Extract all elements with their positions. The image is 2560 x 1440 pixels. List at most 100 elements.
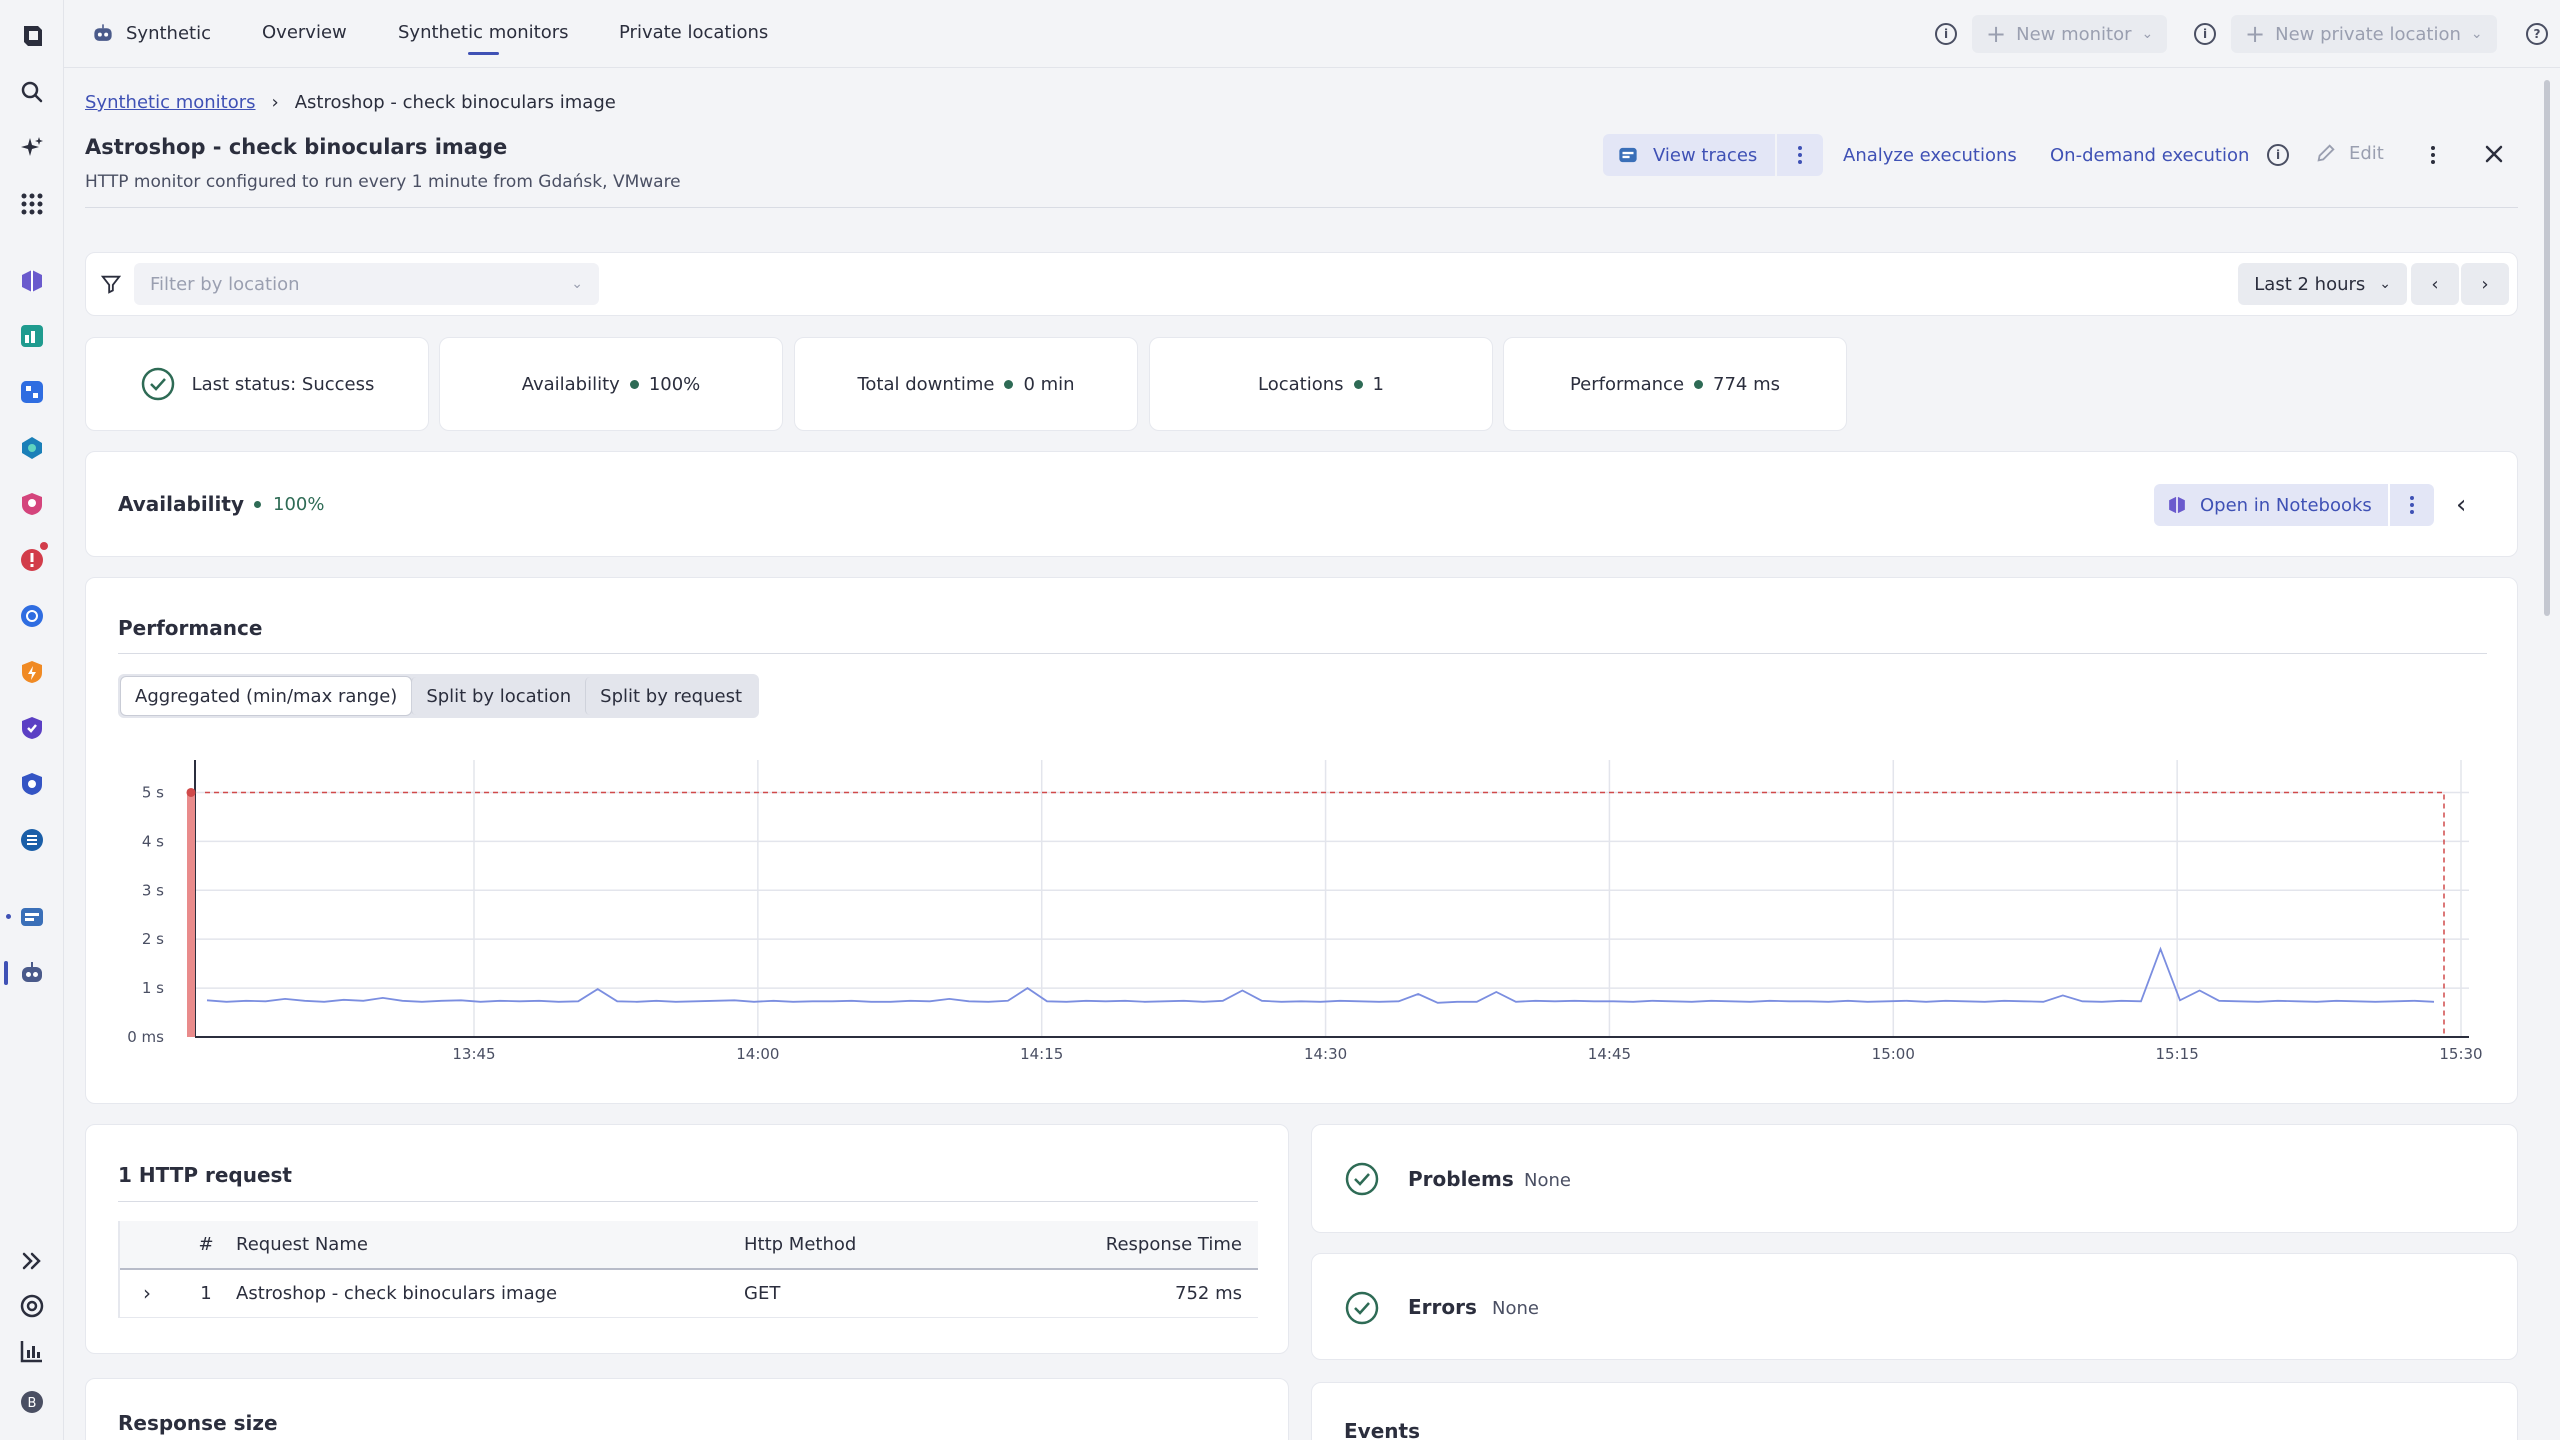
timeframe-prev-button[interactable]: ‹ [2411, 263, 2459, 305]
help-lifebuoy-icon[interactable] [16, 1290, 48, 1322]
chevron-down-icon: ⌄ [571, 276, 583, 292]
col-number[interactable]: # [176, 1221, 236, 1270]
app-title[interactable]: Synthetic [92, 22, 211, 44]
workflows-app-icon[interactable] [16, 376, 48, 408]
location-filter-input[interactable]: Filter by location ⌄ [134, 263, 599, 305]
new-private-location-button[interactable]: + New private location ⌄ [2231, 15, 2497, 53]
http-request-card: 1 HTTP request # Request Name Http Metho… [85, 1124, 1289, 1354]
problems-card[interactable]: Problems None [1311, 1124, 2518, 1233]
on-demand-info-icon[interactable]: i [2267, 144, 2289, 166]
x-tick-label: 15:00 [1872, 1045, 1915, 1063]
svg-text:B: B [28, 1396, 37, 1411]
breadcrumb-synthetic-monitors[interactable]: Synthetic monitors [85, 92, 256, 113]
new-monitor-wrap: + New monitor ⌄ [1972, 15, 2168, 53]
view-traces-button[interactable]: View traces [1603, 134, 1776, 176]
kubernetes-app-icon[interactable] [16, 600, 48, 632]
performance-card: Performance Aggregated (min/max range) S… [85, 577, 2518, 1104]
page-scrollbar[interactable] [2544, 80, 2550, 616]
kpi-performance[interactable]: Performance 774 ms [1503, 337, 1847, 431]
status-dot [254, 501, 261, 508]
tab-synthetic-monitors[interactable]: Synthetic monitors [398, 22, 569, 55]
view-traces-more-button[interactable] [1777, 134, 1824, 176]
notebooks-app-icon[interactable] [16, 265, 48, 297]
new-monitor-button[interactable]: + New monitor ⌄ [1972, 15, 2168, 53]
row-http-method: GET [744, 1269, 1024, 1318]
response-size-title: Response size [118, 1411, 278, 1435]
filter-bar: Filter by location ⌄ Last 2 hours ⌄ ‹ › [85, 252, 2518, 316]
collapse-chevron-icon[interactable]: ‹ [2456, 490, 2466, 520]
col-request-name[interactable]: Request Name [236, 1221, 744, 1270]
col-http-method[interactable]: Http Method [744, 1221, 1024, 1270]
dynatrace-logo-icon[interactable] [16, 20, 48, 52]
errors-card[interactable]: Errors None [1311, 1253, 2518, 1360]
kpi-availability[interactable]: Availability 100% [439, 337, 783, 431]
availability-card: Availability 100% Open in Notebooks ‹ [85, 451, 2518, 557]
kpi-total-downtime[interactable]: Total downtime 0 min [794, 337, 1138, 431]
threat-app-icon[interactable] [16, 656, 48, 688]
notebooks-more-button[interactable] [2389, 484, 2434, 526]
table-left-border [118, 1221, 120, 1317]
synthetic-app-icon[interactable] [16, 957, 48, 989]
check-circle-icon [141, 367, 174, 401]
search-icon[interactable] [16, 76, 48, 108]
page-title: Astroshop - check binoculars image [85, 135, 508, 159]
header-divider [85, 207, 2518, 208]
app-title-label: Synthetic [126, 22, 211, 44]
status-dot [629, 379, 639, 389]
security-app-icon[interactable] [16, 488, 48, 520]
http-request-table: # Request Name Http Method Response Time… [118, 1221, 1258, 1318]
apps-grid-icon[interactable] [16, 188, 48, 220]
kpi-last-status-text: Last status: Success [191, 373, 375, 395]
y-tick-label: 3 s [142, 881, 164, 899]
help-icon[interactable]: ? [2526, 16, 2548, 52]
analytics-icon[interactable] [16, 1335, 48, 1367]
compliance-app-icon[interactable] [16, 768, 48, 800]
threshold-marker [186, 787, 196, 797]
row-number: 1 [176, 1269, 236, 1318]
open-in-notebooks-button[interactable]: Open in Notebooks [2154, 484, 2388, 526]
vulnerabilities-app-icon[interactable] [16, 712, 48, 744]
infrastructure-app-icon[interactable] [16, 432, 48, 464]
plus-icon: + [2245, 20, 2266, 48]
chevron-down-icon: ⌄ [2379, 276, 2391, 292]
kpi-downtime-label: Total downtime [857, 373, 995, 395]
expand-rail-icon[interactable] [16, 1245, 48, 1277]
notebooks-icon [2169, 496, 2185, 514]
edit-button[interactable]: Edit [2315, 142, 2384, 164]
availability-title: Availability [118, 492, 244, 516]
new-monitor-info-icon[interactable]: i [1935, 16, 1957, 52]
x-tick-label: 14:00 [736, 1045, 779, 1063]
new-location-info-icon[interactable]: i [2194, 16, 2216, 52]
performance-chart[interactable]: 0 ms 1 s 2 s 3 s 4 s 5 s 13:45 14:00 14:15 14:30 1… [86, 578, 2519, 1105]
expand-row-chevron-icon[interactable]: › [118, 1269, 176, 1318]
kpi-locations[interactable]: Locations 1 [1149, 337, 1493, 431]
timeframe-selector[interactable]: Last 2 hours ⌄ [2238, 263, 2407, 305]
more-actions-button[interactable] [2424, 142, 2442, 168]
check-circle-icon [1345, 1162, 1379, 1196]
user-avatar[interactable]: B [16, 1386, 48, 1418]
view-traces-label: View traces [1653, 144, 1758, 166]
availability-value: 100% [273, 494, 325, 515]
errors-title: Errors [1408, 1295, 1477, 1319]
timeframe-label: Last 2 hours [2254, 273, 2366, 295]
distributed-traces-app-icon[interactable] [16, 901, 48, 933]
col-response-time[interactable]: Response Time [1024, 1221, 1258, 1270]
dashboards-app-icon[interactable] [16, 320, 48, 352]
logs-app-icon[interactable] [16, 824, 48, 856]
problems-notification-dot [40, 542, 48, 550]
analyze-executions-button[interactable]: Analyze executions [1843, 145, 2017, 166]
x-tick-label: 15:15 [2156, 1045, 2199, 1063]
kpi-last-status[interactable]: Last status: Success [85, 337, 429, 431]
on-demand-execution-button[interactable]: On-demand execution [2050, 145, 2249, 166]
tab-overview[interactable]: Overview [262, 22, 347, 43]
close-icon[interactable] [2480, 140, 2508, 173]
kpi-performance-label: Performance [1569, 373, 1685, 395]
sparkle-icon[interactable] [16, 132, 48, 164]
tab-private-locations[interactable]: Private locations [619, 22, 768, 43]
table-row[interactable]: › 1 Astroshop - check binoculars image G… [118, 1269, 1258, 1318]
kpi-locations-label: Locations [1258, 373, 1344, 395]
http-request-title: 1 HTTP request [118, 1163, 292, 1187]
timeframe-next-button[interactable]: › [2461, 263, 2509, 305]
rail-indicator-dot [6, 914, 11, 919]
row-request-name: Astroshop - check binoculars image [236, 1269, 744, 1318]
